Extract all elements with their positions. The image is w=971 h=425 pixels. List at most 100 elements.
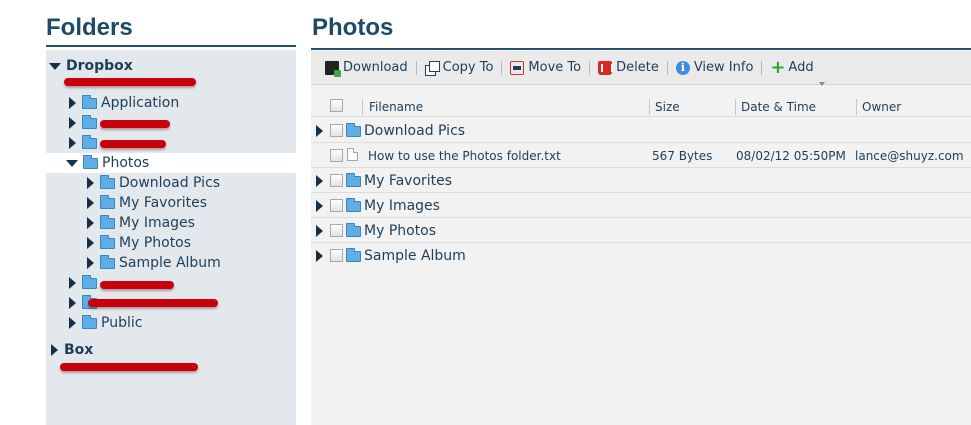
- text-file-icon: [347, 148, 358, 161]
- row-checkbox[interactable]: [330, 199, 343, 212]
- folder-icon: [100, 194, 115, 209]
- expand-arrow-icon[interactable]: [87, 257, 94, 269]
- tree-node-label: Box: [64, 342, 94, 358]
- move-icon: [510, 60, 525, 75]
- expand-arrow-icon[interactable]: [87, 197, 94, 209]
- expand-arrow-icon[interactable]: [316, 175, 323, 187]
- add-label: Add: [788, 60, 814, 75]
- action-toolbar: Download Copy To Move To Delete i View I…: [311, 51, 971, 85]
- tree-node-application[interactable]: Application: [46, 93, 296, 113]
- file-browser-panel: Download Copy To Move To Delete i View I…: [311, 51, 971, 425]
- expand-arrow-icon[interactable]: [87, 217, 94, 229]
- tree-node-label: Photos: [102, 155, 150, 171]
- tree-node-label: Sample Album: [119, 255, 221, 271]
- download-button[interactable]: Download: [317, 60, 416, 77]
- expand-arrow-icon[interactable]: [69, 277, 76, 289]
- column-header-filename[interactable]: Filename: [369, 100, 423, 114]
- redaction-mark: [100, 140, 166, 148]
- add-button[interactable]: + Add: [762, 56, 821, 78]
- folder-icon: [82, 114, 97, 129]
- expand-arrow-icon[interactable]: [69, 317, 76, 329]
- copy-to-label: Copy To: [442, 60, 494, 75]
- column-header-owner[interactable]: Owner: [862, 100, 901, 114]
- expand-arrow-icon[interactable]: [69, 117, 76, 129]
- folder-icon: [346, 173, 361, 187]
- column-header-date-time[interactable]: Date & Time: [741, 100, 816, 114]
- view-info-label: View Info: [693, 60, 754, 75]
- table-row[interactable]: My Favorites: [311, 168, 971, 193]
- row-checkbox[interactable]: [330, 249, 343, 262]
- tree-node-photos[interactable]: Photos: [46, 153, 296, 173]
- expand-arrow-icon[interactable]: [316, 225, 323, 237]
- folder-icon: [100, 214, 115, 229]
- folder-icon: [83, 154, 98, 169]
- row-filename[interactable]: My Photos: [364, 218, 436, 243]
- copy-to-button[interactable]: Copy To: [417, 60, 502, 76]
- expand-arrow-icon[interactable]: [69, 297, 76, 309]
- delete-button[interactable]: Delete: [590, 60, 667, 75]
- tree-node-my-images[interactable]: My Images: [46, 213, 296, 233]
- tree-node-public[interactable]: Public: [46, 313, 296, 333]
- row-checkbox[interactable]: [330, 224, 343, 237]
- expand-arrow-icon[interactable]: [51, 344, 58, 356]
- row-checkbox[interactable]: [330, 149, 343, 162]
- folders-title: Folders: [46, 14, 133, 41]
- trash-icon: [598, 60, 614, 75]
- row-filename[interactable]: Download Pics: [364, 118, 465, 143]
- tree-node-label: My Images: [119, 215, 195, 231]
- expand-arrow-icon[interactable]: [316, 250, 323, 262]
- row-owner: lance@shuyz.com: [855, 148, 964, 163]
- folders-title-rule: [46, 45, 296, 47]
- tree-node-my-favorites[interactable]: My Favorites: [46, 193, 296, 213]
- expand-arrow-icon[interactable]: [316, 125, 323, 137]
- row-filename[interactable]: My Favorites: [364, 168, 452, 193]
- download-label: Download: [343, 60, 408, 75]
- expand-arrow-icon[interactable]: [69, 137, 76, 149]
- expand-arrow-icon[interactable]: [69, 97, 76, 109]
- select-all-checkbox[interactable]: [330, 99, 343, 112]
- tree-node-redacted[interactable]: [46, 133, 296, 153]
- redaction-mark: [100, 120, 170, 128]
- view-info-button[interactable]: i View Info: [668, 60, 762, 75]
- table-row[interactable]: How to use the Photos folder.txt 567 Byt…: [311, 143, 971, 168]
- expand-arrow-icon[interactable]: [87, 237, 94, 249]
- table-row[interactable]: My Photos: [311, 218, 971, 243]
- row-checkbox[interactable]: [330, 174, 343, 187]
- collapse-arrow-icon[interactable]: [66, 159, 78, 167]
- column-divider: [856, 99, 857, 115]
- tree-node-label: Download Pics: [119, 175, 221, 191]
- row-filename[interactable]: Sample Album: [364, 243, 466, 268]
- table-row[interactable]: Sample Album: [311, 243, 971, 268]
- folder-icon: [346, 198, 361, 212]
- tree-node-label: My Photos: [119, 235, 192, 251]
- expand-arrow-icon[interactable]: [316, 200, 323, 212]
- folder-icon: [82, 314, 97, 329]
- column-header-size[interactable]: Size: [655, 100, 680, 114]
- move-to-button[interactable]: Move To: [502, 60, 589, 75]
- folder-tree: Dropbox Application Photos Download Pics…: [46, 50, 296, 425]
- tree-node-redacted[interactable]: [46, 113, 296, 133]
- tree-node-dropbox[interactable]: Dropbox: [46, 56, 296, 76]
- row-checkbox[interactable]: [330, 124, 343, 137]
- redaction-mark: [64, 78, 196, 86]
- tree-node-label: Application: [101, 95, 180, 111]
- tree-node-label: My Favorites: [119, 195, 208, 211]
- tree-node-sample-album[interactable]: Sample Album: [46, 253, 296, 273]
- table-row[interactable]: Download Pics: [311, 118, 971, 143]
- folder-icon: [100, 234, 115, 249]
- expand-arrow-icon[interactable]: [49, 62, 61, 70]
- folder-icon: [100, 174, 115, 189]
- plus-icon: +: [770, 56, 786, 78]
- tree-node-download-pics[interactable]: Download Pics: [46, 173, 296, 193]
- table-row[interactable]: My Images: [311, 193, 971, 218]
- column-divider: [649, 99, 650, 115]
- tree-node-my-photos[interactable]: My Photos: [46, 233, 296, 253]
- photos-title-rule: [311, 48, 971, 50]
- column-divider: [362, 99, 363, 115]
- row-filename[interactable]: My Images: [364, 193, 440, 218]
- tree-node-box[interactable]: Box: [46, 340, 296, 360]
- delete-label: Delete: [616, 60, 659, 75]
- row-filename[interactable]: How to use the Photos folder.txt: [368, 143, 561, 168]
- expand-arrow-icon[interactable]: [87, 177, 94, 189]
- redaction-mark: [60, 363, 198, 371]
